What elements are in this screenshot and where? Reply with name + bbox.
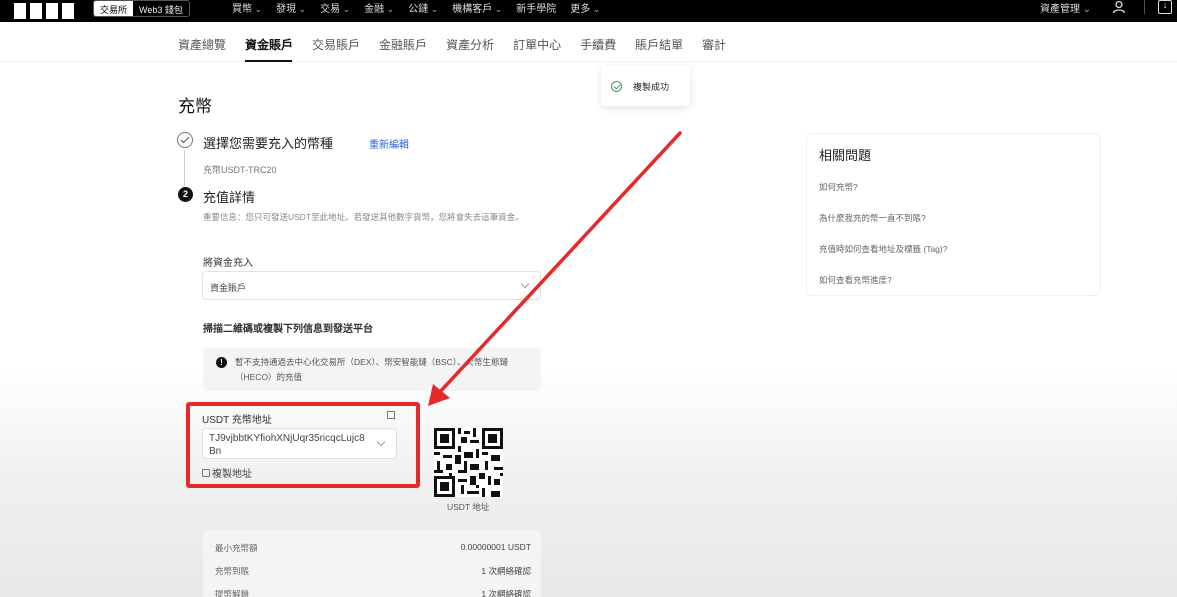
tab-trading-account[interactable]: 交易賬戶 bbox=[312, 36, 360, 53]
faq-link[interactable]: 如何查看充幣進度? bbox=[819, 274, 892, 286]
faq-link[interactable]: 為什麼我充的幣一直不到賬? bbox=[819, 212, 926, 224]
network-warning-text: 暫不支持通過去中心化交易所（DEX）、幣安智能鏈（BSC）、火幣生態鏈（HECO… bbox=[235, 357, 508, 382]
step2-number-badge: 2 bbox=[178, 187, 193, 202]
address-highlight-box bbox=[186, 402, 420, 488]
step1-title: 選擇您需要充入的幣種 bbox=[203, 136, 334, 151]
mode-toggle: 交易所 Web3 錢包 bbox=[93, 0, 190, 17]
chevron-down-icon bbox=[520, 279, 530, 289]
tab-funding-account[interactable]: 資金賬戶 bbox=[245, 36, 293, 53]
tab-asset-overview[interactable]: 資產總覽 bbox=[178, 36, 226, 53]
nav-more[interactable]: 更多 bbox=[570, 0, 600, 15]
nav-finance[interactable]: 金融 bbox=[364, 0, 394, 15]
info-label: 充幣到賬 bbox=[215, 566, 250, 576]
toast-text: 複製成功 bbox=[633, 81, 670, 92]
deposit-account-select[interactable]: 資金賬戶 bbox=[202, 271, 541, 300]
selected-coin-network: 充幣USDT-TRC20 bbox=[203, 165, 277, 175]
info-row: 提幣解鎖 1 次網絡確認 bbox=[215, 588, 531, 597]
nav-buy-crypto[interactable]: 買幣 bbox=[232, 0, 262, 15]
info-value: 1 次網絡確認 bbox=[481, 589, 531, 597]
deposit-account-value: 資金賬戶 bbox=[210, 283, 247, 293]
nav-academy[interactable]: 新手學院 bbox=[516, 0, 556, 15]
info-label: 最小充幣額 bbox=[215, 543, 258, 553]
nav-institutional[interactable]: 機構客戶 bbox=[452, 0, 502, 15]
nav-trade[interactable]: 交易 bbox=[320, 0, 350, 15]
page-title: 充幣 bbox=[178, 97, 212, 116]
tab-web3-wallet[interactable]: Web3 錢包 bbox=[133, 1, 189, 16]
step2-title: 充值詳情 bbox=[203, 190, 256, 205]
scan-or-copy-label: 掃描二維碼或複製下列信息到發送平台 bbox=[203, 324, 373, 335]
tab-fees[interactable]: 手續費 bbox=[580, 36, 616, 53]
tab-asset-analysis[interactable]: 資產分析 bbox=[446, 36, 494, 53]
re-edit-link[interactable]: 重新編輯 bbox=[369, 136, 409, 151]
annotation-arrow bbox=[428, 131, 682, 406]
deposit-qr-code bbox=[434, 428, 503, 497]
active-tab-indicator bbox=[245, 60, 292, 62]
related-questions-panel: 相關問題 如何充幣? 為什麼我充的幣一直不到賬? 充值時如何查看地址及標籤 (T… bbox=[806, 133, 1101, 296]
info-row: 充幣到賬 1 次網絡確認 bbox=[215, 565, 531, 577]
download-icon[interactable]: ↓ bbox=[1158, 0, 1172, 14]
nav-discover[interactable]: 發現 bbox=[276, 0, 306, 15]
user-icon[interactable] bbox=[1112, 0, 1126, 14]
info-label: 提幣解鎖 bbox=[215, 589, 250, 597]
nav-chain[interactable]: 公鏈 bbox=[408, 0, 438, 15]
deposit-info-panel: 最小充幣額 0.00000001 USDT 充幣到賬 1 次網絡確認 提幣解鎖 … bbox=[203, 530, 541, 597]
faq-link[interactable]: 充值時如何查看地址及標籤 (Tag)? bbox=[819, 243, 947, 255]
qr-code-label: USDT 地址 bbox=[447, 502, 490, 512]
tab-finance-account[interactable]: 金融賬戶 bbox=[379, 36, 427, 53]
info-value: 0.00000001 USDT bbox=[460, 542, 531, 552]
topbar-divider bbox=[1144, 0, 1145, 14]
tab-statements[interactable]: 賬戶結單 bbox=[635, 36, 683, 53]
step-complete-check-icon bbox=[177, 132, 193, 148]
network-warning-box: ! 暫不支持通過去中心化交易所（DEX）、幣安智能鏈（BSC）、火幣生態鏈（HE… bbox=[203, 348, 541, 391]
info-value: 1 次網絡確認 bbox=[481, 566, 531, 576]
account-subnav: 資產總覽 資金賬戶 交易賬戶 金融賬戶 資產分析 訂單中心 手續費 賬戶結單 審… bbox=[0, 22, 1177, 62]
faq-title: 相關問題 bbox=[819, 148, 872, 163]
deposit-to-label: 將資金充入 bbox=[203, 258, 253, 269]
copy-success-toast: 複製成功 bbox=[601, 66, 690, 106]
info-row: 最小充幣額 0.00000001 USDT bbox=[215, 542, 531, 554]
top-nav: 買幣 發現 交易 金融 公鏈 機構客戶 新手學院 更多 bbox=[232, 0, 600, 15]
important-notice: 重要信息：您只可發送USDT至此地址。若發送其他數字貨幣，您將會失去這筆資金。 bbox=[203, 212, 524, 222]
top-navbar: 交易所 Web3 錢包 買幣 發現 交易 金融 公鏈 機構客戶 新手學院 更多 … bbox=[0, 0, 1177, 22]
okx-logo[interactable] bbox=[14, 3, 76, 19]
success-check-icon bbox=[611, 80, 622, 92]
tab-order-center[interactable]: 訂單中心 bbox=[513, 36, 561, 53]
step-connector-line bbox=[184, 150, 185, 186]
asset-management-menu[interactable]: 資產管理 bbox=[1040, 0, 1091, 15]
faq-link[interactable]: 如何充幣? bbox=[819, 181, 858, 193]
info-icon: ! bbox=[216, 357, 227, 368]
tab-exchange[interactable]: 交易所 bbox=[94, 1, 134, 16]
tab-audit[interactable]: 審計 bbox=[702, 36, 726, 53]
